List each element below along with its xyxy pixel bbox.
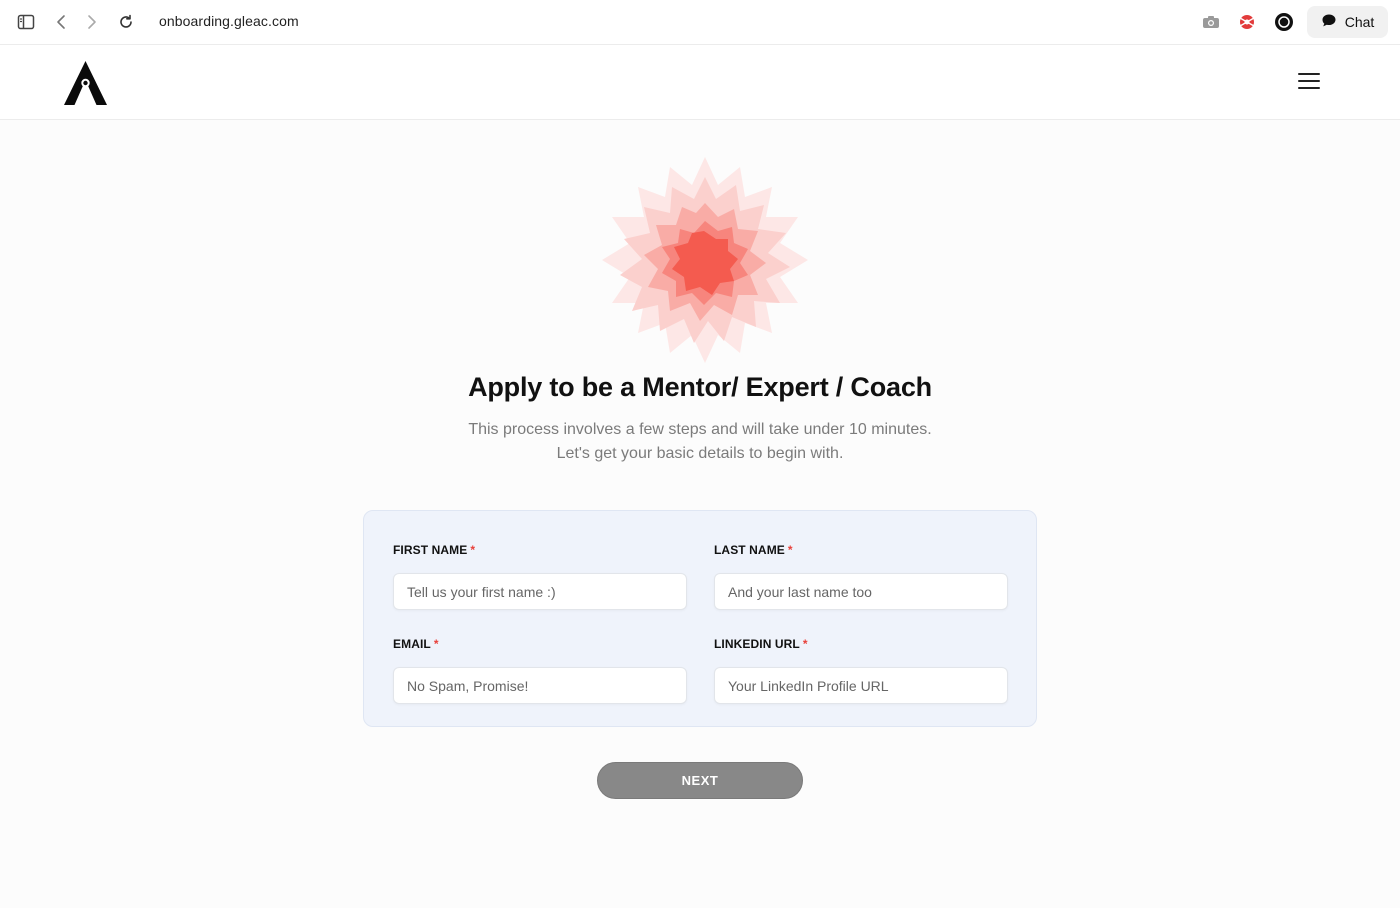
next-button[interactable]: NEXT — [597, 762, 803, 799]
site-header — [0, 45, 1400, 120]
required-asterisk: * — [433, 637, 439, 651]
subtitle-line-2: Let's get your basic details to begin wi… — [556, 445, 844, 462]
linkedin-url-input[interactable] — [714, 667, 1008, 704]
required-asterisk: * — [470, 543, 476, 557]
back-arrow-icon[interactable] — [51, 12, 71, 32]
required-asterisk: * — [787, 543, 793, 557]
browser-toolbar: onboarding.gleac.com Chat — [0, 0, 1400, 45]
forward-arrow-icon[interactable] — [82, 12, 102, 32]
chat-button[interactable]: Chat — [1307, 6, 1388, 38]
last-name-field: LAST NAME * — [714, 543, 1008, 610]
first-name-field: FIRST NAME * — [393, 543, 687, 610]
last-name-label: LAST NAME * — [714, 543, 793, 557]
page-subtitle: This process involves a few steps and wi… — [0, 418, 1400, 466]
first-name-label: FIRST NAME * — [393, 543, 476, 557]
camera-icon[interactable] — [1201, 12, 1221, 32]
address-bar-url[interactable]: onboarding.gleac.com — [159, 13, 299, 29]
required-asterisk: * — [802, 637, 808, 651]
linkedin-url-field: LINKEDIN URL * — [714, 637, 1008, 704]
chat-bubble-icon — [1321, 13, 1337, 31]
last-name-input[interactable] — [714, 573, 1008, 610]
sidebar-toggle-icon[interactable] — [16, 12, 36, 32]
first-name-input[interactable] — [393, 573, 687, 610]
application-form: FIRST NAME* LAST NAME* EMAIL* LINKEDIN U… — [363, 510, 1037, 727]
chat-button-label: Chat — [1344, 14, 1375, 30]
reload-icon[interactable] — [116, 12, 136, 32]
linkedin-url-label: LINKEDIN URL * — [714, 637, 808, 651]
decorative-blob-graphic — [600, 155, 810, 365]
subtitle-line-1: This process involves a few steps and wi… — [468, 421, 932, 438]
email-label: EMAIL * — [393, 637, 439, 651]
page-title: Apply to be a Mentor/ Expert / Coach — [468, 372, 932, 402]
email-input[interactable] — [393, 667, 687, 704]
hamburger-menu-icon[interactable] — [1298, 73, 1322, 91]
circle-extension-icon[interactable] — [1274, 12, 1294, 32]
email-field: EMAIL * — [393, 637, 687, 704]
extension-icon[interactable] — [1237, 12, 1257, 32]
gleac-logo[interactable] — [63, 61, 108, 105]
